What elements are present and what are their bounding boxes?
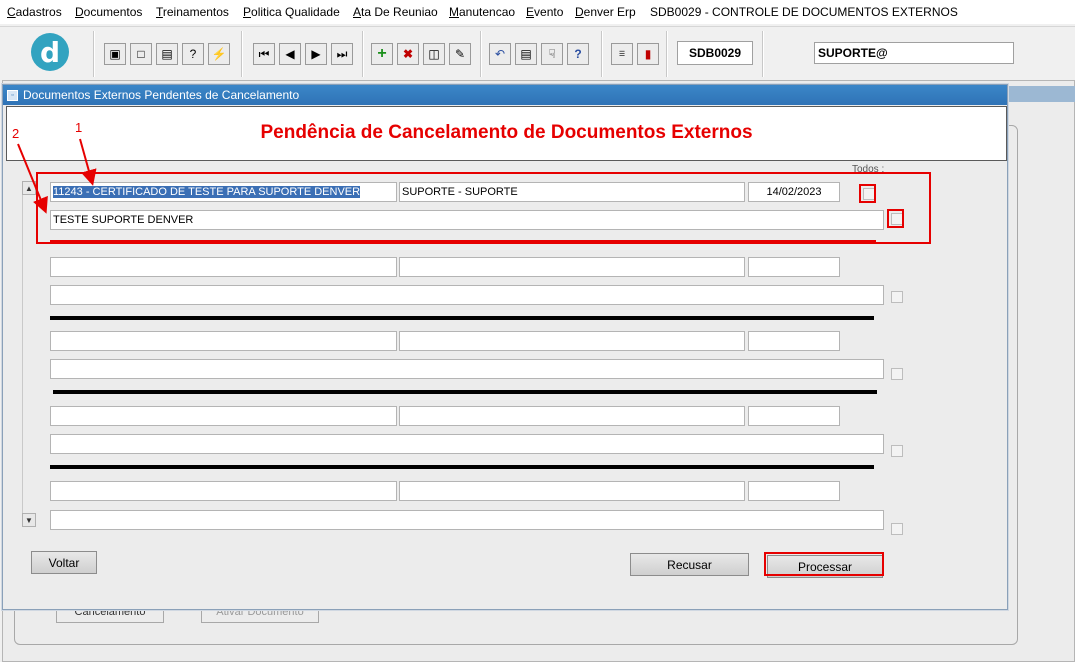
annotation-arrows: [17, 138, 97, 214]
